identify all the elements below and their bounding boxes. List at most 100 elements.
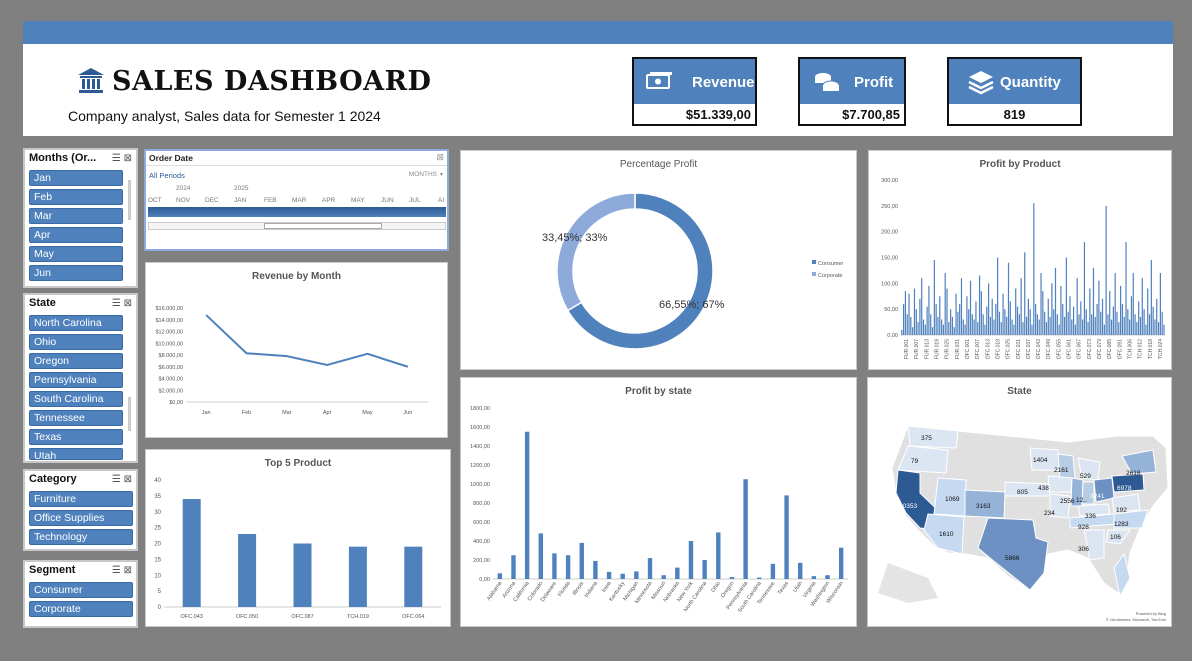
x-tick-label: Indiana	[584, 580, 600, 599]
slicer-item[interactable]: Feb	[29, 189, 123, 205]
bar	[1031, 324, 1033, 335]
bar	[1092, 267, 1095, 335]
bar	[1035, 304, 1037, 335]
legend-swatch	[812, 260, 816, 264]
x-tick-label: FUR.001	[904, 339, 910, 359]
bar	[1071, 319, 1073, 335]
slicer-item[interactable]: Texas	[29, 429, 123, 445]
bar	[931, 327, 934, 335]
map-label: 192	[1116, 507, 1127, 514]
bar	[1094, 316, 1096, 335]
bar	[838, 547, 844, 579]
slicer-item[interactable]: Tennessee	[29, 410, 123, 426]
timeline-period: All Periods	[149, 171, 185, 180]
scrollbar[interactable]	[128, 397, 131, 431]
x-tick-label: Alabama	[486, 580, 504, 602]
clear-filter-icon[interactable]: ⊠	[436, 152, 444, 163]
slicer-item[interactable]: South Carolina	[29, 391, 123, 407]
bar	[1002, 293, 1004, 335]
x-tick-label: OFC.043	[181, 614, 203, 620]
x-tick-label: Feb	[242, 410, 251, 416]
y-tick-label: 600,00	[473, 520, 490, 526]
bar	[1072, 306, 1075, 335]
slicer-item[interactable]: North Carolina	[29, 315, 123, 331]
bar	[1154, 319, 1156, 335]
chevron-down-icon[interactable]: ▾	[440, 171, 443, 178]
slicer-item[interactable]: Corporate	[29, 601, 133, 617]
bar	[1112, 306, 1114, 335]
x-tick-label: Jan	[202, 410, 211, 416]
bar	[989, 316, 992, 335]
multi-select-icon[interactable]: ☰ ⊠	[112, 153, 132, 164]
bar	[1114, 273, 1116, 335]
bar	[984, 324, 986, 335]
bar	[1150, 260, 1152, 335]
bar	[1044, 311, 1046, 335]
slicer-item[interactable]: Jun	[29, 265, 123, 281]
bar	[948, 322, 950, 335]
bar	[1138, 301, 1140, 335]
slicer-item[interactable]: Consumer	[29, 582, 133, 598]
bar	[579, 542, 584, 579]
slicer-item[interactable]: Pennsylvania	[29, 372, 123, 388]
bar	[1063, 316, 1066, 335]
x-tick-label: OFC.049	[1046, 339, 1052, 360]
timeline-level[interactable]: MONTHS	[409, 171, 437, 178]
bar	[1119, 285, 1122, 335]
bar	[908, 293, 910, 335]
slicer-item[interactable]: Furniture	[29, 491, 133, 507]
profit-by-product-panel: Profit by Product 0,00 50,00 100,00 150,00 2…	[868, 150, 1172, 370]
bar	[1024, 252, 1026, 335]
bar	[1125, 242, 1127, 335]
bar	[1025, 316, 1028, 335]
kpi-profit-card: Profit $7.700,85	[798, 57, 906, 126]
map-label: 306	[1078, 546, 1089, 553]
slicer-item[interactable]: Apr	[29, 227, 123, 243]
slicer-category: Category ☰ ⊠ Furniture Office Supplies T…	[23, 469, 138, 551]
slicer-item[interactable]: Utah	[29, 448, 123, 460]
kpi-quantity-value: 819	[1003, 107, 1026, 122]
slicer-item[interactable]: May	[29, 246, 123, 262]
bar	[511, 555, 516, 579]
x-tick-label: FUR.031	[955, 339, 961, 359]
scrollbar[interactable]	[128, 180, 131, 220]
y-tick-label: $6.000,00	[159, 365, 183, 371]
multi-select-icon[interactable]: ☰ ⊠	[112, 565, 132, 576]
timeline-bar[interactable]	[148, 207, 446, 217]
slicer-item[interactable]: Mar	[29, 208, 123, 224]
slicer-segment: Segment ☰ ⊠ Consumer Corporate	[23, 560, 138, 628]
slicer-item[interactable]: Jan	[29, 170, 123, 186]
timeline-year: 2024	[176, 185, 191, 192]
bar	[606, 571, 612, 579]
bar	[915, 309, 917, 335]
timeline-months: OCT NOV DEC JAN FEB MAR APR MAY JUN JUL …	[148, 197, 445, 204]
map-label: 529	[1080, 473, 1091, 480]
bar	[770, 563, 776, 579]
us-state-map[interactable]: 375 79 10353 1069 3163 1610 5866 805 140…	[868, 378, 1171, 626]
y-tick-label: $12.000,00	[155, 330, 183, 336]
legend-label: Consumer	[818, 261, 844, 267]
bar	[1065, 257, 1067, 335]
y-tick-label: $16.000,00	[155, 306, 183, 312]
bar	[1132, 273, 1134, 335]
y-tick-label: $0,00	[169, 400, 183, 406]
bar	[1078, 314, 1080, 335]
slicer-item[interactable]: Oregon	[29, 353, 123, 369]
slicer-item[interactable]: Ohio	[29, 334, 123, 350]
bar	[1018, 314, 1020, 335]
timeline-scrollbar[interactable]	[148, 222, 446, 230]
bar	[904, 291, 907, 335]
bar	[980, 291, 982, 335]
multi-select-icon[interactable]: ☰ ⊠	[112, 474, 132, 485]
bar	[993, 319, 995, 335]
bar	[960, 278, 963, 335]
bar	[928, 285, 930, 335]
multi-select-icon[interactable]: ☰ ⊠	[112, 298, 132, 309]
y-tick-label: 35	[154, 494, 161, 500]
bar	[1020, 278, 1022, 335]
slicer-item[interactable]: Technology	[29, 529, 133, 545]
bar	[1098, 280, 1100, 335]
bar	[729, 577, 735, 579]
slicer-item[interactable]: Office Supplies	[29, 510, 133, 526]
bar	[1163, 324, 1165, 335]
